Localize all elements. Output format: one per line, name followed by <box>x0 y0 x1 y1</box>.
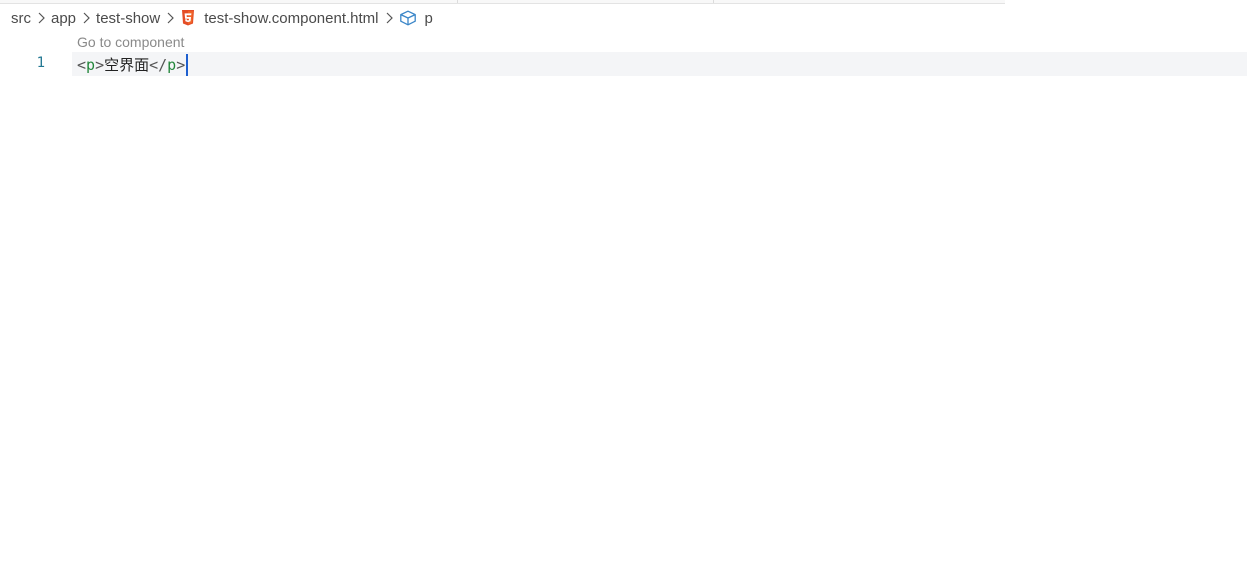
chevron-right-icon <box>166 12 175 24</box>
current-line-highlight <box>72 52 1247 76</box>
code-content[interactable]: < p > 空界面 </p > <box>77 54 189 76</box>
chevron-right-icon <box>385 12 393 24</box>
tag-name: p <box>167 56 177 74</box>
breadcrumb-label: test-show <box>96 9 161 27</box>
breadcrumb-label: app <box>51 9 77 27</box>
breadcrumb-item-file[interactable]: test-show.component.html <box>180 9 379 27</box>
tab-divider <box>713 0 714 3</box>
breadcrumb-item-test-show[interactable]: test-show <box>96 10 160 27</box>
chevron-right-icon <box>37 12 45 24</box>
code-editor[interactable]: Go to component 1 < p > 空界面 </p > <box>0 30 1247 566</box>
chevron-right-icon <box>82 12 90 24</box>
tag-bracket: </ <box>149 56 168 74</box>
breadcrumb-item-symbol[interactable]: p <box>399 10 433 27</box>
tab-strip <box>0 0 1005 4</box>
breadcrumb-item-src[interactable]: src <box>11 10 31 27</box>
breadcrumb-item-app[interactable]: app <box>51 10 76 27</box>
tag-name: p <box>86 56 96 74</box>
line-number: 1 <box>36 55 45 71</box>
breadcrumb-label: test-show.component.html <box>204 9 379 27</box>
tag-bracket: < <box>77 56 87 74</box>
tab-divider <box>457 0 458 3</box>
breadcrumb-label: p <box>424 9 433 27</box>
breadcrumb-label: src <box>11 9 31 27</box>
text-cursor <box>186 54 189 76</box>
code-line[interactable]: 1 < p > 空界面 </p > <box>0 52 1247 76</box>
codelens-go-to-component[interactable]: Go to component <box>77 34 184 50</box>
cube-icon <box>399 10 417 26</box>
tag-bracket: > <box>176 56 186 74</box>
text-content: 空界面 <box>104 56 150 74</box>
html5-icon <box>181 10 195 26</box>
tag-bracket: > <box>95 56 105 74</box>
breadcrumb: src app test-show test-show.component.ht… <box>11 7 433 29</box>
